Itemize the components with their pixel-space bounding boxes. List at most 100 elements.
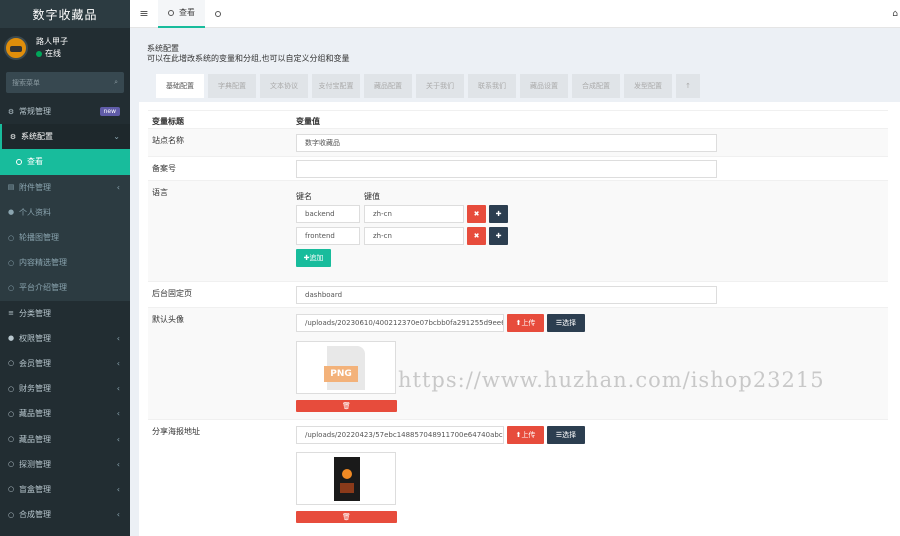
sidebar-item-label: 附件管理 [19, 182, 51, 192]
circle-icon: ○ [7, 233, 15, 242]
fixed-page-label: 后台固定页 [152, 289, 192, 298]
append-label: 追加 [309, 254, 324, 262]
sidebar-item-label: 分类管理 [19, 308, 51, 318]
drag-button[interactable]: ✚ [489, 227, 508, 245]
circle-icon: ○ [7, 384, 15, 393]
sidebar-item-platform-intro[interactable]: ○ 平台介绍管理 [0, 275, 130, 300]
arrow-up-icon[interactable]: ↑ [676, 74, 700, 98]
circle-icon [168, 9, 174, 16]
tab-agreement[interactable]: 文本协议 [260, 74, 308, 98]
fixed-page-input[interactable]: dashboard [296, 286, 717, 304]
upload-label: 上传 [521, 431, 536, 439]
choose-button[interactable]: ☰ 选择 [547, 314, 585, 332]
sidebar-item-carousel[interactable]: ○ 轮播图管理 [0, 225, 130, 250]
lang-value-input[interactable]: zh-cn [364, 205, 464, 223]
sidebar-item-system-config[interactable]: ⚙ 系统配置 ⌄ [0, 124, 130, 150]
sidebar-item-collection[interactable]: ○ 藏品管理 ‹ [0, 401, 130, 426]
tab-contact[interactable]: 联系我们 [468, 74, 516, 98]
lang-value-input[interactable]: zh-cn [364, 227, 464, 245]
circle-icon [215, 10, 221, 17]
sidebar-item-profile[interactable]: ● 个人资料 [0, 200, 130, 225]
choose-label: 选择 [562, 319, 577, 327]
upload-button[interactable]: ⬆ 上传 [507, 426, 544, 444]
sidebar-item-label: 权限管理 [19, 333, 51, 343]
avatar-path-input[interactable]: /uploads/20230610/400212370e07bcbb0fa291… [296, 314, 504, 332]
sidebar-item-member[interactable]: ○ 会员管理 ‹ [0, 351, 130, 376]
sidebar-item-label: 藏品管理 [19, 409, 51, 419]
tab-synthesis[interactable]: 合成配置 [572, 74, 620, 98]
sidebar-item-blindbox[interactable]: ○ 盲盒管理 ‹ [0, 477, 130, 502]
page-title: 系统配置 [147, 44, 179, 53]
sidebar-item-label: 内容精选管理 [19, 258, 67, 268]
tab-blank[interactable] [205, 0, 236, 28]
avatar-label: 默认头像 [152, 315, 184, 324]
avatar [4, 36, 28, 60]
table-header: 变量标题 变量值 [148, 110, 888, 128]
tab-basic[interactable]: 基础配置 [156, 74, 204, 98]
sidebar-item-collection-2[interactable]: ○ 藏品管理 ‹ [0, 426, 130, 451]
chevron-left-icon: ‹ [116, 384, 120, 394]
tab-alipay[interactable]: 支付宝配置 [312, 74, 360, 98]
circle-icon: ○ [7, 258, 15, 267]
sidebar-item-auth[interactable]: ● 权限管理 ‹ [0, 326, 130, 351]
tab-collection-settings[interactable]: 藏品设置 [520, 74, 568, 98]
tab-dictionary[interactable]: 字典配置 [208, 74, 256, 98]
drag-button[interactable]: ✚ [489, 205, 508, 223]
delete-button[interactable]: 🗑 [296, 400, 397, 412]
sidebar-item-label: 探测管理 [19, 459, 51, 469]
lang-key-input[interactable]: backend [296, 205, 360, 223]
column-title: 变量标题 [152, 117, 184, 126]
trash-icon: 🗑 [342, 513, 351, 521]
sidebar-item-label: 盲盒管理 [19, 484, 51, 494]
append-button[interactable]: ✚ 追加 [296, 249, 331, 267]
circle-icon: ○ [7, 510, 15, 519]
menu-toggle-icon[interactable]: ≡ [130, 7, 158, 20]
cogs-icon: ⚙ [7, 107, 15, 116]
sidebar-item-finance[interactable]: ○ 财务管理 ‹ [0, 376, 130, 401]
table-row: 后台固定页 dashboard [148, 281, 888, 307]
app-title[interactable]: 数字收藏品 [0, 0, 130, 28]
share-poster-label: 分享海报地址 [152, 427, 200, 436]
user-icon: ● [7, 208, 15, 217]
page-description: 可以在此增改系统的变量和分组,也可以自定义分组和变量 [147, 54, 350, 63]
tab-about[interactable]: 关于我们 [416, 74, 464, 98]
column-value: 变量值 [296, 117, 320, 126]
sidebar-item-label: 合成管理 [19, 510, 51, 520]
site-name-label: 站点名称 [152, 136, 184, 145]
sidebar-item-label: 查看 [27, 157, 43, 167]
chevron-left-icon: ‹ [116, 459, 120, 469]
sidebar-item-attachment[interactable]: ▤ 附件管理 ‹ [0, 175, 130, 200]
top-navbar: ≡ 查看 ⌂ [130, 0, 900, 28]
site-name-input[interactable]: 数字收藏品 [296, 134, 717, 152]
delete-button[interactable]: 🗑 [296, 511, 397, 523]
lang-key-input[interactable]: frontend [296, 227, 360, 245]
table-row: 备案号 [148, 156, 888, 180]
sidebar-item-label: 藏品管理 [19, 434, 51, 444]
sidebar-search-input[interactable]: 搜索菜单 ⌕ [6, 72, 124, 93]
beian-label: 备案号 [152, 164, 176, 173]
chevron-left-icon: ‹ [116, 484, 120, 494]
choose-button[interactable]: ☰ 选择 [547, 426, 585, 444]
table-row: 站点名称 数字收藏品 [148, 128, 888, 156]
search-icon[interactable]: ⌕ [114, 78, 118, 87]
remove-button[interactable]: ✖ [467, 227, 486, 245]
sidebar-item-explore[interactable]: ○ 探测管理 ‹ [0, 452, 130, 477]
tab-issue[interactable]: 发型配置 [624, 74, 672, 98]
sidebar-item-synthesis[interactable]: ○ 合成管理 ‹ [0, 502, 130, 527]
sidebar-item-category[interactable]: ≡ 分类管理 [0, 301, 130, 326]
remove-button[interactable]: ✖ [467, 205, 486, 223]
value-header: 键值 [364, 192, 380, 201]
tab-view[interactable]: 查看 [158, 0, 205, 28]
share-path-input[interactable]: /uploads/20220423/57ebc148857048911700e6… [296, 426, 504, 444]
sidebar-item-general[interactable]: ⚙ 常规管理 new [0, 99, 130, 124]
tab-collection[interactable]: 藏品配置 [364, 74, 412, 98]
sidebar-item-label: 常规管理 [19, 107, 51, 117]
tab-label: 查看 [179, 8, 195, 17]
home-icon[interactable]: ⌂ [892, 9, 898, 19]
circle-icon: ○ [7, 435, 15, 444]
sidebar-item-view[interactable]: 查看 [0, 149, 130, 175]
upload-button[interactable]: ⬆ 上传 [507, 314, 544, 332]
png-label: PNG [324, 366, 358, 382]
beian-input[interactable] [296, 160, 717, 178]
sidebar-item-featured[interactable]: ○ 内容精选管理 [0, 250, 130, 275]
